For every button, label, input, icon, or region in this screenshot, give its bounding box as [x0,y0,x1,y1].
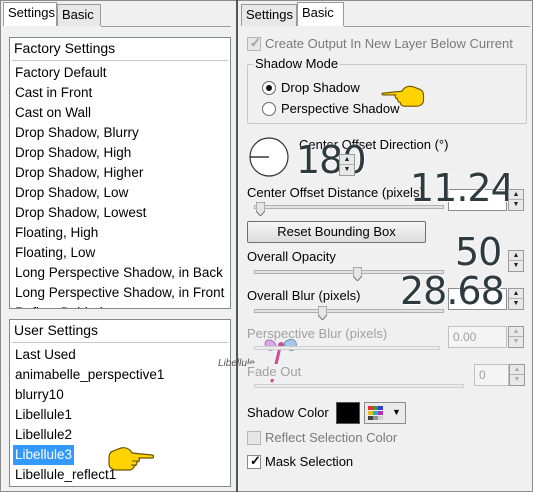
perspective-shadow-radio[interactable] [262,102,276,116]
list-item[interactable]: Reflect Behind [13,303,105,308]
slider-thumb[interactable] [256,202,265,216]
tab-line [101,26,231,27]
perspective-blur-label: Perspective Blur (pixels) [247,326,388,341]
perspective-blur-spinner[interactable]: ▲ ▼ [508,326,524,348]
drop-shadow-radio[interactable] [262,81,276,95]
mask-selection-label: Mask Selection [265,454,354,469]
spin-down-icon[interactable]: ▼ [509,299,523,309]
list-item[interactable]: Drop Shadow, Higher [13,163,145,183]
spin-down-icon[interactable]: ▼ [509,200,523,210]
slider-thumb[interactable] [353,267,362,281]
create-output-checkbox[interactable]: ✓ [247,35,261,51]
panel-divider [236,0,238,492]
blur-spinner[interactable]: ▲ ▼ [508,288,524,310]
list-item[interactable]: Libellule1 [13,405,74,425]
distance-spinner[interactable]: ▲ ▼ [508,189,524,211]
perspective-blur-input[interactable]: 0.00 [448,326,507,348]
color-grid-icon [368,406,383,420]
perspective-blur-slider[interactable] [254,346,440,350]
factory-settings-header: Factory Settings [14,40,116,56]
fade-out-spinner[interactable]: ▲ ▼ [509,364,525,386]
list-item[interactable]: animabelle_perspective1 [13,365,166,385]
list-item[interactable]: Long Perspective Shadow, in Front [13,283,226,303]
spin-up-icon[interactable]: ▲ [509,190,523,200]
tab-basic-left[interactable]: Basic [57,4,101,26]
spin-down-icon[interactable]: ▼ [509,261,523,271]
list-item[interactable]: Drop Shadow, Lowest [13,203,148,223]
overall-opacity-value: 50 [455,230,502,274]
spin-up-icon[interactable]: ▲ [509,289,523,299]
reset-bounding-box-button[interactable]: Reset Bounding Box [247,221,426,243]
fade-out-input[interactable]: 0 [474,364,509,386]
list-item[interactable]: Libellule_reflect1 [13,465,118,485]
pointing-hand-icon [381,85,425,107]
create-output-label: Create Output In New Layer Below Current [265,36,513,51]
factory-settings-list[interactable]: Factory Settings Factory Default Cast in … [9,37,231,309]
list-item[interactable]: Floating, High [13,223,100,243]
tab-label: Settings [246,7,293,22]
list-item[interactable]: blurry10 [13,385,66,405]
list-item[interactable]: Cast on Wall [13,103,93,123]
shadow-color-label: Shadow Color [247,405,329,420]
spin-down-icon[interactable]: ▼ [510,375,524,385]
pointing-hand-icon [108,447,154,471]
overall-opacity-label: Overall Opacity [247,249,336,264]
reflect-selection-color-label: Reflect Selection Color [265,430,398,445]
list-item[interactable]: Factory Default [13,63,109,83]
list-item[interactable]: Drop Shadow, Blurry [13,123,141,143]
tab-basic-right[interactable]: Basic [297,2,344,26]
slider-thumb[interactable] [318,306,327,320]
spin-up-icon[interactable]: ▲ [509,327,523,337]
overall-blur-label: Overall Blur (pixels) [247,288,361,303]
center-offset-distance-value: 11.24 [410,166,515,210]
drop-shadow-label: Drop Shadow [281,80,360,95]
tab-label: Basic [302,5,334,20]
color-picker-dropdown[interactable]: ▼ [364,402,406,424]
list-divider [12,342,228,343]
direction-spinner[interactable]: ▲ ▼ [339,154,355,176]
shadow-color-swatch[interactable] [336,402,360,424]
spin-down-icon[interactable]: ▼ [340,165,354,175]
spin-up-icon[interactable]: ▲ [510,365,524,375]
list-item[interactable]: Last Used [13,345,78,365]
mask-selection-checkbox[interactable]: ✓ [247,453,261,469]
list-divider [12,60,228,61]
tab-settings-right[interactable]: Settings [241,4,297,26]
spin-up-icon[interactable]: ▲ [340,155,354,165]
list-item[interactable]: Libellule2 [13,425,74,445]
tab-label: Basic [62,7,94,22]
opacity-spinner[interactable]: ▲ ▼ [508,250,524,272]
list-item[interactable]: Long Perspective Shadow, in Back [13,263,225,283]
list-item[interactable]: Libellule3 [13,445,75,465]
spin-down-icon[interactable]: ▼ [509,337,523,347]
chevron-down-icon: ▼ [392,407,401,417]
shadow-mode-title: Shadow Mode [253,56,341,71]
list-item[interactable]: Cast in Front [13,83,94,103]
tab-line [344,26,530,27]
overall-blur-value: 28.68 [400,269,505,313]
spin-up-icon[interactable]: ▲ [509,251,523,261]
user-settings-header: User Settings [14,322,99,338]
tab-label: Settings [8,5,55,20]
direction-dial-icon[interactable] [248,136,290,178]
center-offset-distance-label: Center Offset Distance (pixels) [247,185,424,200]
tab-settings-left[interactable]: Settings [3,2,57,26]
list-item[interactable]: Floating, Low [13,243,97,263]
list-item[interactable]: Drop Shadow, Low [13,183,130,203]
list-item[interactable]: Drop Shadow, High [13,143,133,163]
fade-out-label: Fade Out [247,364,302,379]
fade-out-slider[interactable] [254,384,464,388]
reflect-selection-color-checkbox[interactable] [247,431,261,445]
center-offset-direction-value: 180 [296,138,367,182]
